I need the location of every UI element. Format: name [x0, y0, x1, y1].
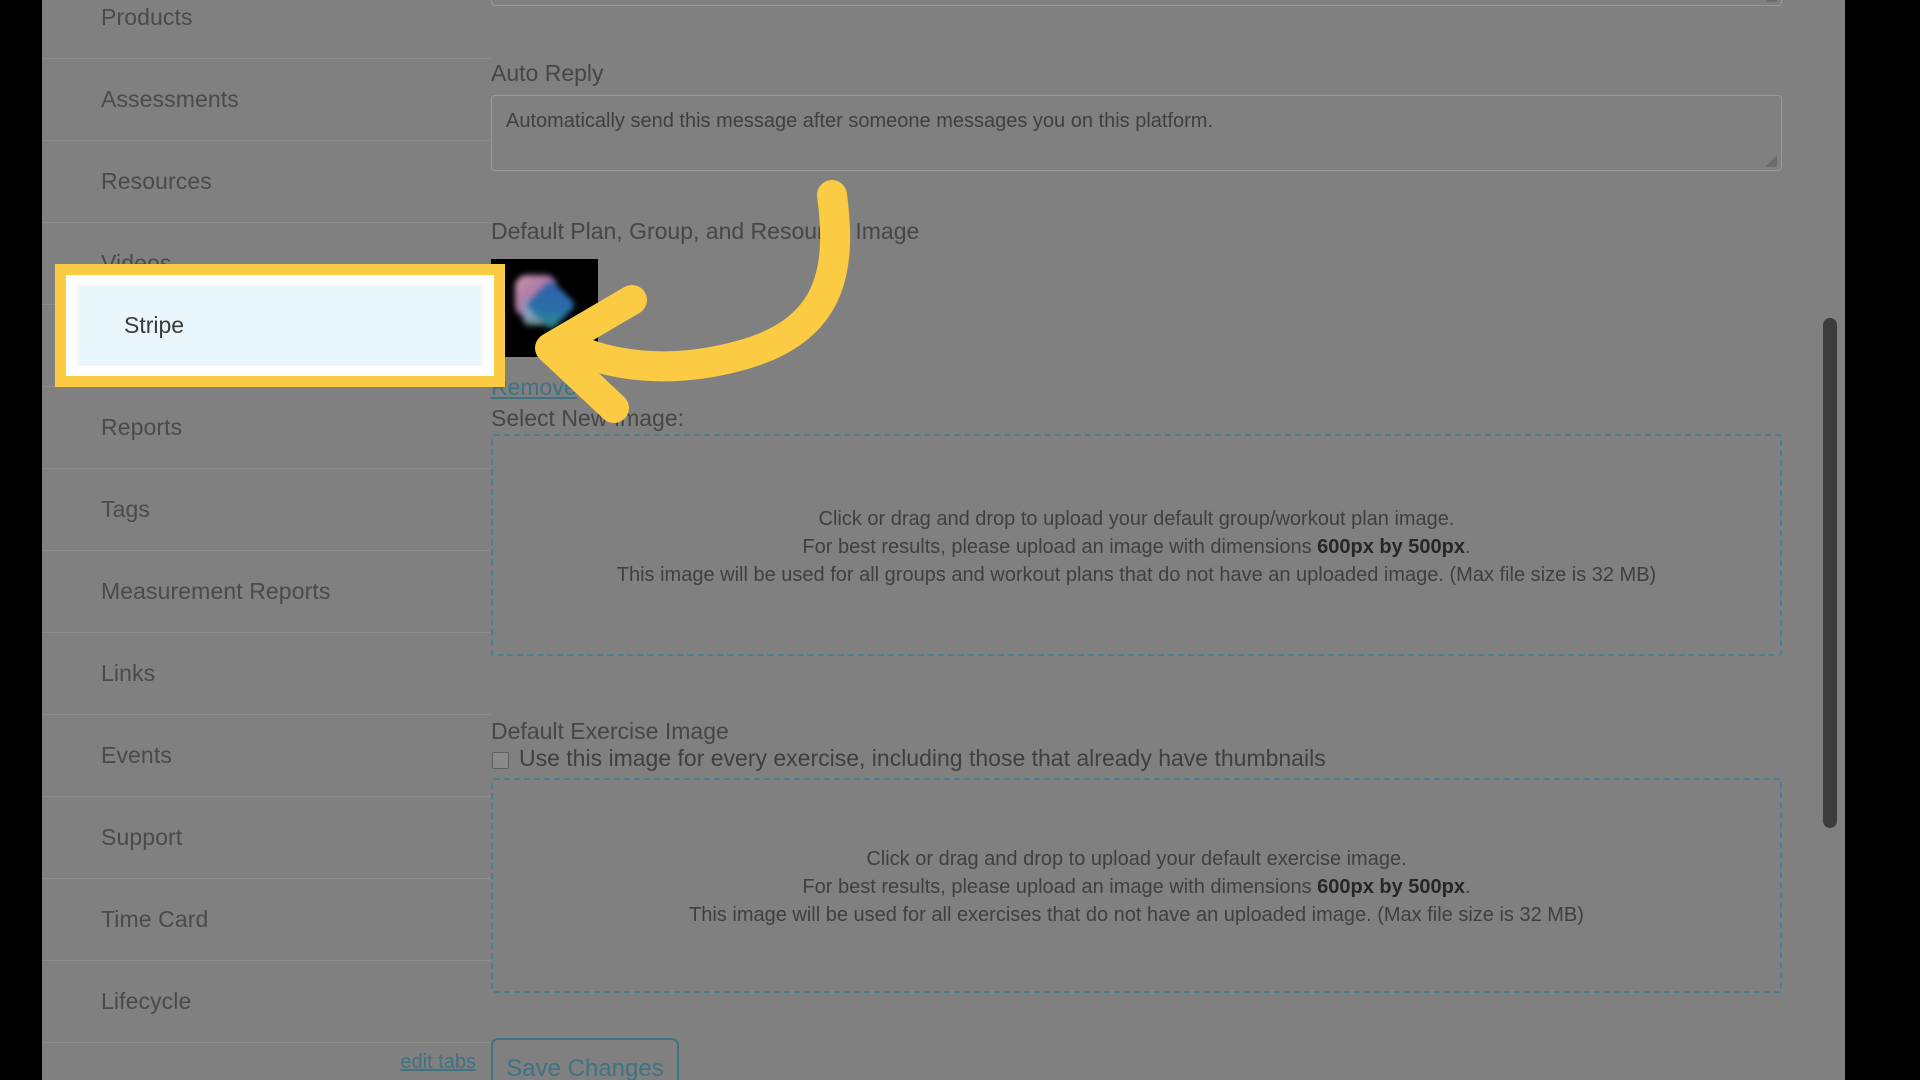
sidebar-item-label: Lifecycle	[101, 988, 192, 1014]
dropzone-line-3: This image will be used for all exercise…	[689, 904, 1584, 926]
use-image-every-exercise-checkbox[interactable]	[492, 752, 509, 769]
sidebar-item-label: Time Card	[101, 906, 209, 932]
sidebar-item-label: Products	[101, 4, 193, 30]
dropzone-line-2-post: .	[1465, 536, 1471, 558]
dropzone-line-2: For best results, please upload an image…	[493, 536, 1780, 559]
edit-tabs-link[interactable]: edit tabs	[400, 1051, 476, 1074]
previous-field-textarea[interactable]: ◢	[491, 0, 1782, 6]
sidebar-item-links[interactable]: Links	[42, 633, 491, 715]
auto-reply-value: Automatically send this message after so…	[506, 110, 1214, 132]
resize-handle-icon[interactable]: ◢	[1763, 0, 1777, 3]
sidebar-item-resources[interactable]: Resources	[42, 141, 491, 223]
default-plan-image-thumbnail[interactable]	[491, 259, 598, 357]
sidebar-item-label: Measurement Reports	[101, 578, 331, 604]
sidebar-item-label: Assessments	[101, 86, 239, 112]
sidebar-item-label: Links	[101, 660, 156, 686]
save-changes-button[interactable]: Save Changes	[491, 1038, 679, 1080]
sidebar-item-measurement-reports[interactable]: Measurement Reports	[42, 551, 491, 633]
dropzone-line-1: Click or drag and drop to upload your de…	[818, 508, 1455, 530]
use-image-every-exercise-label: Use this image for every exercise, inclu…	[519, 745, 1326, 771]
auto-reply-textarea[interactable]: Automatically send this message after so…	[491, 95, 1782, 171]
settings-sidebar: Products Assessments Resources Videos Re…	[42, 0, 491, 1080]
resize-handle-icon[interactable]: ◢	[1763, 153, 1777, 168]
dropzone-line-2-pre: For best results, please upload an image…	[802, 876, 1318, 898]
screen: Products Assessments Resources Videos Re…	[0, 0, 1920, 1080]
vertical-scrollbar-track[interactable]	[1823, 0, 1837, 1080]
dropzone-line-2: For best results, please upload an image…	[493, 876, 1780, 899]
auto-reply-label: Auto Reply	[491, 60, 604, 86]
sidebar-item-reports[interactable]: Reports	[42, 387, 491, 469]
sidebar-item-tags[interactable]: Tags	[42, 469, 491, 551]
vertical-scrollbar-thumb[interactable]	[1823, 318, 1837, 828]
dropzone-line-2-pre: For best results, please upload an image…	[802, 536, 1318, 558]
sidebar-item-time-card[interactable]: Time Card	[42, 879, 491, 961]
dropzone-line-3: This image will be used for all groups a…	[616, 564, 1657, 586]
sidebar-item-label: Events	[101, 742, 172, 768]
sidebar-item-stripe-selected[interactable]: Stripe	[78, 285, 482, 366]
highlight-annotation-box: Stripe	[55, 264, 505, 387]
sidebar-item-products[interactable]: Products	[42, 0, 491, 59]
dropzone-dimensions: 600px by 500px	[1317, 876, 1466, 898]
default-exercise-image-label: Default Exercise Image	[491, 718, 729, 744]
dropzone-line-2-post: .	[1465, 876, 1471, 898]
sidebar-item-support[interactable]: Support	[42, 797, 491, 879]
sidebar-item-assessments[interactable]: Assessments	[42, 59, 491, 141]
browser-viewport: Products Assessments Resources Videos Re…	[42, 0, 1845, 1080]
settings-page: Products Assessments Resources Videos Re…	[42, 0, 1845, 1080]
sidebar-item-label: Support	[101, 824, 183, 850]
sidebar-item-label: Resources	[101, 168, 212, 194]
dropzone-line-1: Click or drag and drop to upload your de…	[866, 848, 1407, 870]
sidebar-item-events[interactable]: Events	[42, 715, 491, 797]
select-new-image-label: Select New Image:	[491, 405, 685, 431]
sidebar-item-label: Reports	[101, 414, 183, 440]
default-plan-image-label: Default Plan, Group, and Resource Image	[491, 218, 920, 244]
default-plan-image-dropzone[interactable]: Click or drag and drop to upload your de…	[491, 434, 1782, 656]
sidebar-item-label: Tags	[101, 496, 150, 522]
highlight-inner: Stripe	[66, 275, 494, 376]
default-exercise-image-dropzone[interactable]: Click or drag and drop to upload your de…	[491, 778, 1782, 993]
dropzone-dimensions: 600px by 500px	[1317, 536, 1466, 558]
settings-content: ◢ Auto Reply Automatically send this mes…	[491, 0, 1845, 1080]
brand-logo-icon	[513, 273, 577, 337]
sidebar-item-lifecycle[interactable]: Lifecycle	[42, 961, 491, 1043]
